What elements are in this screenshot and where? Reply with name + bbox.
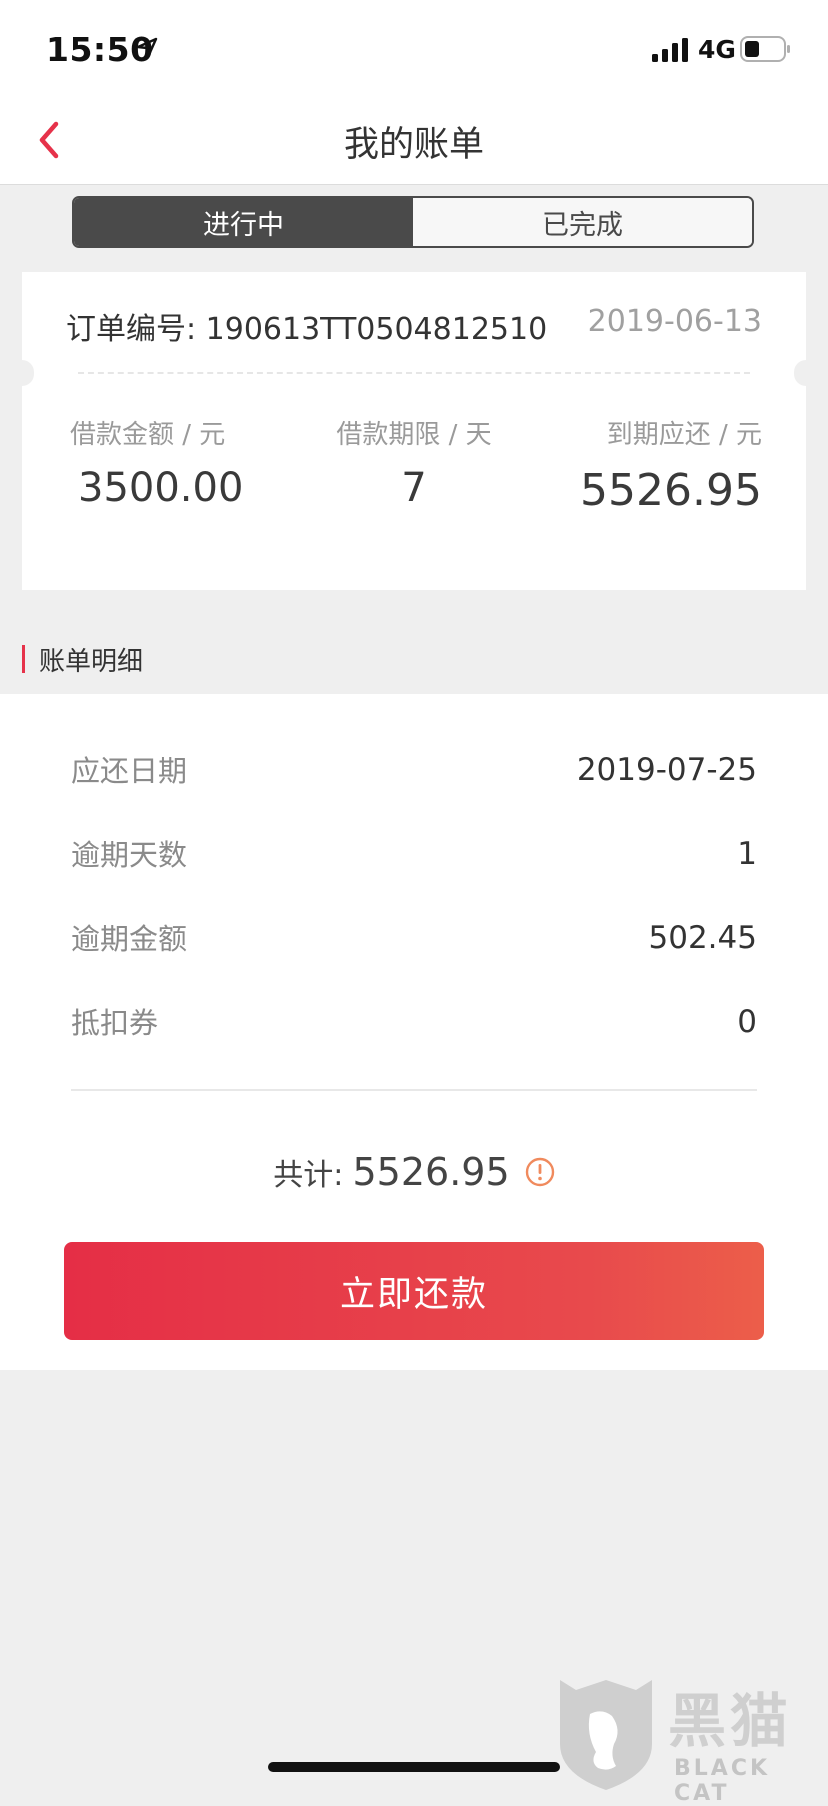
- watermark-title: 黑猫: [668, 1687, 793, 1755]
- loan-term-label: 借款期限 / 天: [336, 420, 492, 450]
- watermark-subtitle: BLACK CAT: [674, 1756, 771, 1806]
- section-title: 账单明细: [39, 646, 144, 677]
- location-arrow-icon: [136, 37, 158, 59]
- black-cat-logo-icon: [560, 1680, 652, 1790]
- section-heading: 账单明细: [22, 640, 143, 678]
- loan-amount-value: 3500.00: [78, 465, 244, 511]
- tab-completed[interactable]: 已完成: [413, 198, 752, 246]
- detail-label: 逾期金额: [71, 922, 188, 956]
- signal-bars-icon: [652, 38, 688, 62]
- watermark: 黑猫 BLACK CAT: [556, 1674, 826, 1806]
- order-date: 2019-06-13: [587, 304, 762, 339]
- detail-row-overdue-amount: 逾期金额 502.45: [71, 916, 757, 956]
- amount-due-label: 到期应还 / 元: [606, 420, 762, 450]
- dashed-divider: [78, 372, 750, 374]
- order-number-label: 订单编号:: [66, 312, 197, 347]
- loan-term-stat: 借款期限 / 天 7: [294, 414, 534, 511]
- detail-row-coupon: 抵扣券 0: [71, 1000, 757, 1040]
- detail-divider: [71, 1089, 757, 1091]
- detail-row-due-date: 应还日期 2019-07-25: [71, 748, 757, 788]
- repay-now-button[interactable]: 立即还款: [64, 1242, 764, 1340]
- detail-value: 1: [737, 836, 757, 872]
- section-accent-bar: [22, 645, 25, 673]
- tab-in-progress[interactable]: 进行中: [74, 198, 413, 246]
- battery-icon: [740, 36, 790, 62]
- network-type: 4G: [698, 35, 736, 64]
- amount-due-stat: 到期应还 / 元 5526.95: [522, 414, 762, 516]
- loan-amount-label: 借款金额 / 元: [70, 420, 226, 450]
- order-card: 订单编号: 190613TT0504812510 2019-06-13 借款金额…: [10, 272, 818, 590]
- ticket-notch-right: [794, 360, 818, 386]
- status-bar: 15:50 4G: [0, 0, 828, 96]
- detail-row-overdue-days: 逾期天数 1: [71, 832, 757, 872]
- page-title: 我的账单: [343, 125, 484, 165]
- total-label: 共计:: [273, 1158, 344, 1193]
- detail-value: 502.45: [648, 920, 757, 956]
- home-indicator: [268, 1762, 560, 1772]
- detail-value: 0: [737, 1004, 757, 1040]
- order-number: 订单编号: 190613TT0504812510: [66, 304, 547, 348]
- total-summary: 共计: 5526.95: [0, 1150, 828, 1194]
- detail-label: 应还日期: [71, 754, 188, 788]
- detail-label: 逾期天数: [71, 838, 188, 872]
- amount-due-value: 5526.95: [580, 465, 762, 516]
- bill-detail-card: 应还日期 2019-07-25 逾期天数 1 逾期金额 502.45 抵扣券 0…: [0, 694, 828, 1370]
- total-value: 5526.95: [352, 1150, 510, 1194]
- order-number-value: 190613TT0504812510: [205, 312, 548, 347]
- ticket-notch-left: [10, 360, 34, 386]
- status-tabs: 进行中 已完成: [72, 196, 754, 248]
- info-circle-icon[interactable]: [525, 1157, 555, 1187]
- loan-amount-stat: 借款金额 / 元 3500.00: [70, 414, 310, 511]
- detail-value: 2019-07-25: [576, 752, 757, 788]
- loan-term-value: 7: [401, 465, 427, 511]
- detail-label: 抵扣券: [71, 1006, 159, 1040]
- nav-bar: 我的账单: [0, 96, 828, 185]
